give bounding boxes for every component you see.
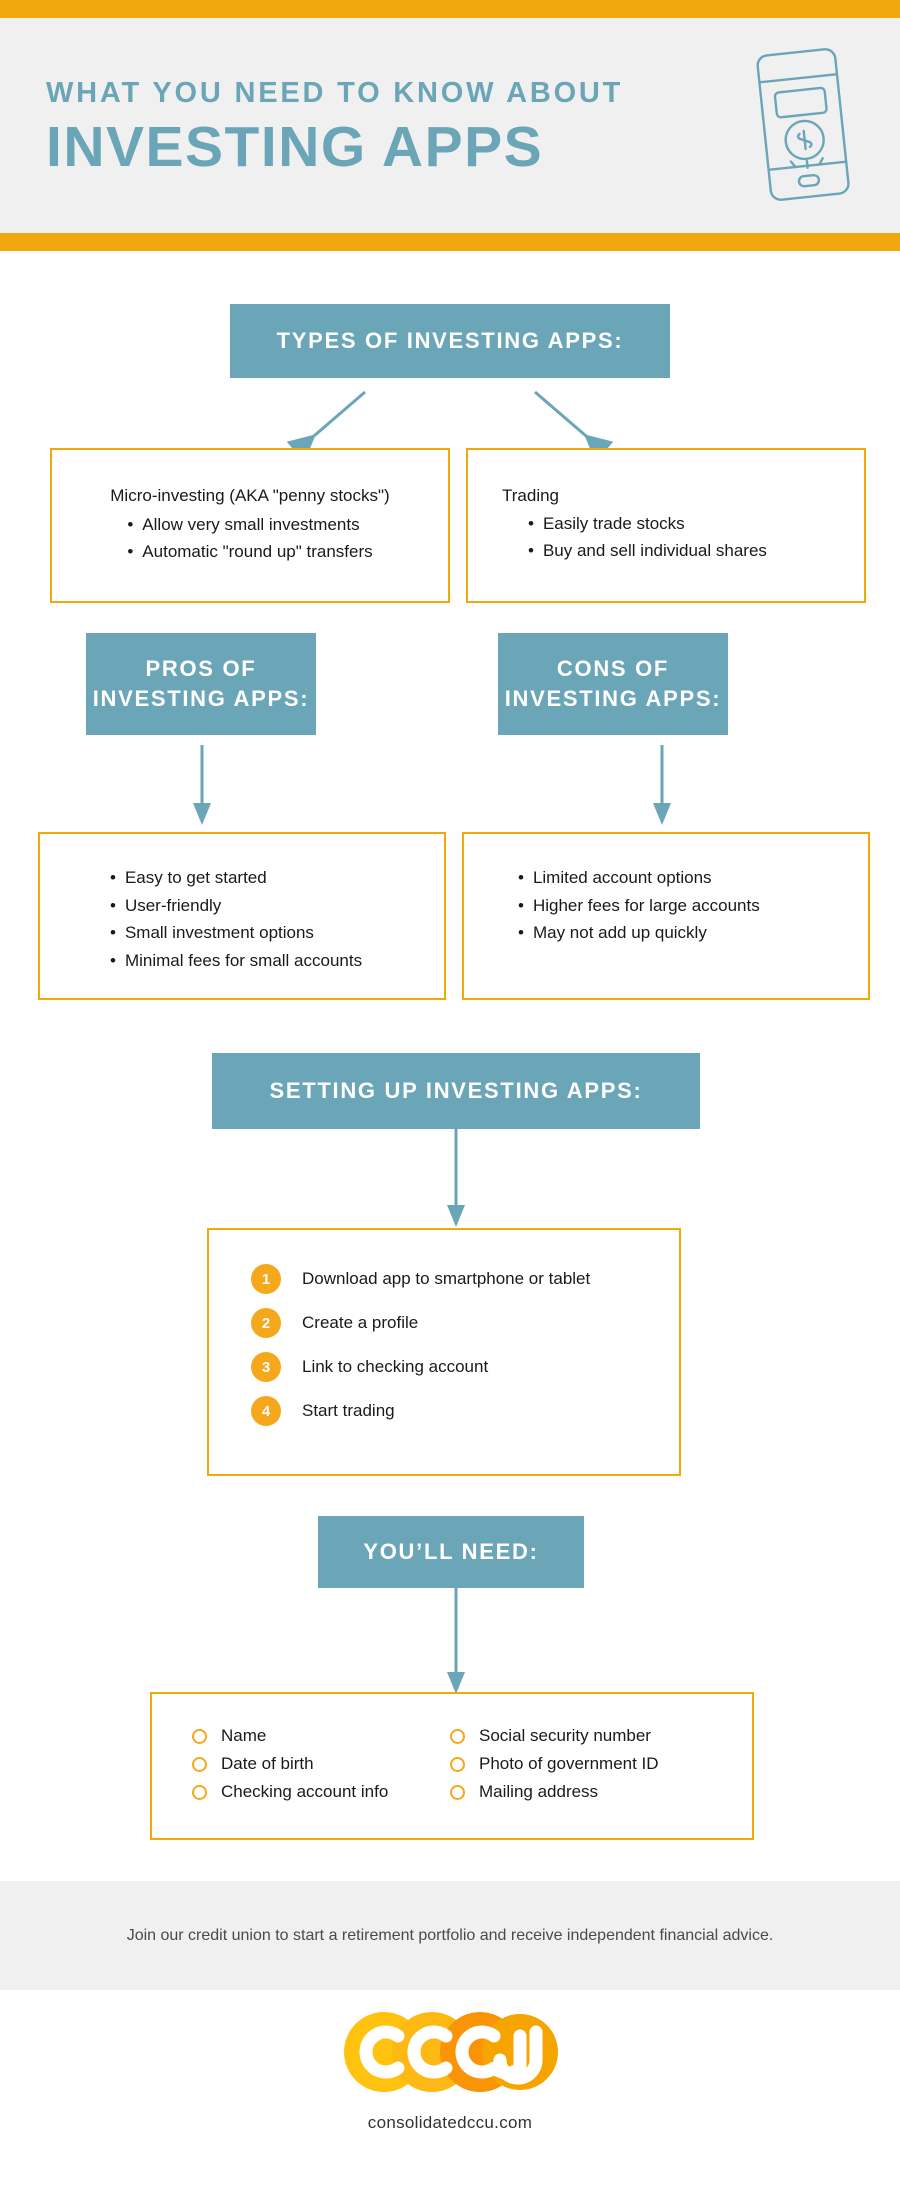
need-columns: Name Date of birth Checking account info… [192, 1726, 752, 1810]
types-micro-investing-body: Micro-investing (AKA "penny stocks") All… [52, 482, 448, 566]
list-item: Minimal fees for small accounts [110, 947, 444, 975]
list-item: 4 Start trading [251, 1396, 679, 1426]
checkbox-circle-icon [450, 1784, 465, 1800]
step-number-badge: 1 [251, 1264, 281, 1294]
checkbox-circle-icon [192, 1756, 207, 1772]
step-label: Download app to smartphone or tablet [302, 1269, 591, 1288]
checkbox-circle-icon [192, 1784, 207, 1800]
need-label: Mailing address [479, 1782, 599, 1801]
cons-bullets: Limited account options Higher fees for … [518, 864, 868, 947]
types-trading-lead: Trading [502, 486, 560, 505]
cons-card-body: Limited account options Higher fees for … [518, 864, 868, 947]
pros-heading: PROS OF INVESTING APPS: [86, 633, 316, 735]
pros-card: Easy to get started User-friendly Small … [38, 832, 446, 1000]
need-label: Date of birth [221, 1754, 314, 1773]
pros-card-body: Easy to get started User-friendly Small … [110, 864, 444, 974]
list-item: Social security number [450, 1726, 708, 1746]
cons-heading-line1: CONS OF [556, 656, 670, 682]
step-number-badge: 4 [251, 1396, 281, 1426]
infographic-page: WHAT YOU NEED TO KNOW ABOUT INVESTING AP… [0, 0, 900, 2197]
types-micro-investing-bullets: Allow very small investments Automatic "… [127, 511, 372, 566]
list-item: Easy to get started [110, 864, 444, 892]
pros-bullets: Easy to get started User-friendly Small … [110, 864, 444, 974]
list-item: Easily trade stocks [528, 510, 864, 538]
need-heading: YOU’LL NEED: [318, 1516, 584, 1588]
list-item: Limited account options [518, 864, 868, 892]
checkbox-circle-icon [450, 1756, 465, 1772]
list-item: 2 Create a profile [251, 1308, 679, 1338]
cons-heading-line2: INVESTING APPS: [504, 686, 722, 711]
list-item: User-friendly [110, 892, 444, 920]
step-label: Start trading [302, 1401, 395, 1420]
list-item: Checking account info [192, 1782, 450, 1802]
types-trading-body: Trading Easily trade stocks Buy and sell… [468, 482, 864, 565]
header-bottom-accent-bar [0, 233, 900, 251]
types-trading-card: Trading Easily trade stocks Buy and sell… [466, 448, 866, 603]
list-item: May not add up quickly [518, 919, 868, 947]
types-micro-investing-lead: Micro-investing (AKA "penny stocks") [110, 486, 390, 505]
list-item: Mailing address [450, 1782, 708, 1802]
need-label: Photo of government ID [479, 1754, 659, 1773]
types-trading-bullets: Easily trade stocks Buy and sell individ… [502, 510, 864, 565]
need-label: Name [221, 1726, 267, 1745]
footer-url[interactable]: consolidatedccu.com [0, 2113, 900, 2133]
pros-down-arrow [190, 745, 214, 827]
cons-card: Limited account options Higher fees for … [462, 832, 870, 1000]
need-label: Social security number [479, 1726, 651, 1745]
setup-down-arrow [444, 1129, 468, 1229]
header-text-group: WHAT YOU NEED TO KNOW ABOUT INVESTING AP… [46, 77, 624, 180]
list-item: 1 Download app to smartphone or tablet [251, 1264, 679, 1294]
need-column-left: Name Date of birth Checking account info [192, 1726, 450, 1810]
step-number-badge: 2 [251, 1308, 281, 1338]
footer-logo-group: consolidatedccu.com [0, 2010, 900, 2133]
footer-tagline: Join our credit union to start a retirem… [126, 1926, 774, 1944]
need-label: Checking account info [221, 1782, 389, 1801]
pros-heading-line1: PROS OF [145, 656, 257, 682]
page-title: INVESTING APPS [46, 114, 544, 179]
list-item: Date of birth [192, 1754, 450, 1774]
list-item: Name [192, 1726, 450, 1746]
pros-heading-line2: INVESTING APPS: [92, 686, 310, 711]
list-item: Higher fees for large accounts [518, 892, 868, 920]
types-heading: TYPES OF INVESTING APPS: [230, 304, 670, 378]
cons-heading: CONS OF INVESTING APPS: [498, 633, 728, 735]
step-number-badge: 3 [251, 1352, 281, 1382]
setup-steps-card: 1 Download app to smartphone or tablet 2… [207, 1228, 681, 1476]
need-checklist-card: Name Date of birth Checking account info… [150, 1692, 754, 1840]
header-banner: WHAT YOU NEED TO KNOW ABOUT INVESTING AP… [0, 18, 900, 233]
smartphone-dollar-icon [748, 42, 858, 212]
cons-down-arrow [650, 745, 674, 827]
cccu-logo-icon [344, 2012, 558, 2092]
step-label: Create a profile [302, 1313, 419, 1332]
list-item: Buy and sell individual shares [528, 537, 864, 565]
need-down-arrow [444, 1588, 468, 1696]
checkbox-circle-icon [450, 1728, 465, 1744]
setup-heading: SETTING UP INVESTING APPS: [212, 1053, 700, 1129]
list-item: Allow very small investments [127, 511, 372, 539]
list-item: Photo of government ID [450, 1754, 708, 1774]
list-item: Automatic "round up" transfers [127, 538, 372, 566]
types-micro-investing-card: Micro-investing (AKA "penny stocks") All… [50, 448, 450, 603]
checkbox-circle-icon [192, 1728, 207, 1744]
need-column-right: Social security number Photo of governme… [450, 1726, 708, 1810]
footer-tagline-band: Join our credit union to start a retirem… [0, 1881, 900, 1990]
top-accent-bar [0, 0, 900, 18]
header-kicker: WHAT YOU NEED TO KNOW ABOUT [46, 77, 624, 109]
step-label: Link to checking account [302, 1357, 489, 1376]
list-item: Small investment options [110, 919, 444, 947]
list-item: 3 Link to checking account [251, 1352, 679, 1382]
